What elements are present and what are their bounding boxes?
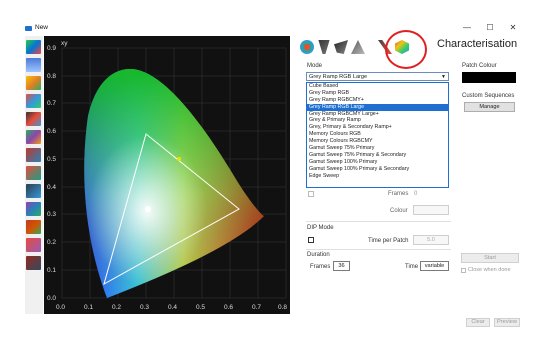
yellow-marker bbox=[177, 157, 181, 161]
cie-xy-svg: xy 0.9 0.8 0.7 0.6 0.5 0.4 0.3 0.2 0.1 0… bbox=[47, 40, 287, 311]
duration-time-label: Time bbox=[405, 264, 419, 270]
rgb-balance-icon[interactable] bbox=[26, 166, 41, 180]
patch-colour-label: Patch Colour bbox=[462, 63, 497, 69]
probe-icon[interactable] bbox=[300, 40, 314, 54]
mode-option[interactable]: Gamut Sweep 100% Primary bbox=[307, 159, 448, 166]
gamma-curve-icon[interactable] bbox=[26, 112, 41, 126]
spectral-icon[interactable] bbox=[26, 220, 41, 234]
y-tick: 0.2 bbox=[47, 239, 56, 246]
mode-option[interactable]: Gamut Sweep 75% Primary & Secondary bbox=[307, 152, 448, 159]
white-point-marker bbox=[145, 206, 151, 212]
patch-colour-swatch[interactable] bbox=[462, 72, 516, 83]
delta-e-icon[interactable] bbox=[26, 148, 41, 162]
x-tick: 0.1 bbox=[84, 304, 93, 311]
cie-chart-tool-icon[interactable] bbox=[26, 40, 41, 54]
green-marker bbox=[145, 133, 149, 137]
duration-label: Duration bbox=[307, 252, 330, 258]
divider bbox=[306, 221, 451, 222]
triangle-tool-icon[interactable] bbox=[26, 58, 41, 72]
maximize-button[interactable]: ☐ bbox=[484, 23, 496, 32]
x-tick: 0.7 bbox=[252, 304, 261, 311]
highlight-circle bbox=[385, 30, 427, 69]
window-title: New bbox=[35, 24, 49, 31]
preview-button[interactable]: Preview bbox=[494, 318, 520, 327]
close-when-done-checkbox[interactable] bbox=[461, 268, 466, 273]
wrench-icon[interactable] bbox=[318, 40, 330, 54]
y-tick: 0.4 bbox=[47, 184, 56, 191]
mode-dropdown-list[interactable]: Cube Based Grey Ramp RGB Grey Ramp RGBCM… bbox=[306, 82, 449, 188]
time-per-patch-input[interactable]: 5.0 bbox=[413, 235, 449, 245]
divider bbox=[306, 249, 451, 250]
mode-option[interactable]: Cube Based bbox=[307, 83, 448, 90]
frames-count-label: Frames bbox=[388, 191, 409, 197]
mode-label: Mode bbox=[307, 63, 323, 69]
x-tick: 0.2 bbox=[112, 304, 121, 311]
y-tick: 0.6 bbox=[47, 128, 56, 135]
rgb-curve-icon[interactable] bbox=[26, 94, 41, 108]
mode-option[interactable]: Grey Ramp RGBCMY Large+ bbox=[307, 111, 448, 118]
mode-option[interactable]: Grey Ramp RGB bbox=[307, 90, 448, 97]
frames-count-value: 0 bbox=[414, 191, 418, 197]
x-tick: 0.8 bbox=[278, 304, 287, 311]
duration-time-input[interactable]: variable bbox=[420, 261, 449, 271]
dip-mode-label: DIP Mode bbox=[307, 225, 334, 231]
bars-graph-icon[interactable] bbox=[26, 238, 41, 252]
mode-select[interactable]: Grey Ramp RGB Large ▼ bbox=[306, 72, 449, 81]
chevron-down-icon: ▼ bbox=[441, 74, 446, 80]
mode-option[interactable]: Grey, Primary & Secondary Ramp+ bbox=[307, 124, 448, 131]
colour-input[interactable] bbox=[413, 205, 449, 215]
line-graph-icon[interactable] bbox=[26, 184, 41, 198]
mode-option[interactable]: Grey Ramp RGBCMY+ bbox=[307, 97, 448, 104]
x-tick: 0.0 bbox=[56, 304, 65, 311]
clear-button[interactable]: Clear bbox=[466, 318, 490, 327]
manage-button[interactable]: Manage bbox=[464, 102, 515, 112]
close-when-done-label: Close when done bbox=[468, 267, 511, 273]
y-axis-label: xy bbox=[61, 40, 68, 47]
mode-option[interactable]: Gamut Sweep 100% Primary & Secondary bbox=[307, 166, 448, 173]
y-tick: 0.5 bbox=[47, 156, 56, 163]
x-tick: 0.3 bbox=[140, 304, 149, 311]
luminance-curve-icon[interactable] bbox=[26, 130, 41, 144]
duration-frames-label: Frames bbox=[310, 264, 331, 270]
mode-option[interactable]: Memory Colours RGB bbox=[307, 131, 448, 138]
y-tick: 0.9 bbox=[47, 45, 56, 52]
time-per-patch-label: Time per Patch bbox=[368, 238, 409, 244]
y-tick: 0.3 bbox=[47, 211, 56, 218]
duration-frames-input[interactable]: 36 bbox=[333, 261, 350, 271]
y-tick: 0.7 bbox=[47, 100, 56, 107]
x-tick: 0.4 bbox=[168, 304, 177, 311]
title-bar bbox=[0, 22, 537, 34]
minimize-button[interactable]: — bbox=[461, 23, 473, 32]
app-icon bbox=[25, 26, 32, 31]
mode-option[interactable]: Grey & Primary Ramp bbox=[307, 117, 448, 124]
y-tick: 0.8 bbox=[47, 73, 56, 80]
mode-selected-value: Grey Ramp RGB Large bbox=[309, 74, 368, 80]
histogram-icon[interactable] bbox=[26, 256, 41, 270]
y-tick: 0.0 bbox=[47, 295, 56, 302]
mode-option[interactable]: Edge Sweep bbox=[307, 173, 448, 180]
option-checkbox[interactable] bbox=[308, 191, 314, 197]
pattern-icon[interactable] bbox=[351, 40, 365, 54]
custom-sequences-label: Custom Sequences bbox=[462, 93, 515, 99]
start-button[interactable]: Start bbox=[461, 253, 519, 263]
mode-option[interactable]: Gamut Sweep 75% Primary bbox=[307, 145, 448, 152]
waveform-icon[interactable] bbox=[26, 202, 41, 216]
spectral-locus-white bbox=[84, 68, 264, 299]
gamut-tool-icon[interactable] bbox=[26, 76, 41, 90]
y-tick: 0.1 bbox=[47, 267, 56, 274]
page-heading: Characterisation bbox=[437, 38, 518, 50]
x-tick: 0.5 bbox=[196, 304, 205, 311]
colour-label: Colour bbox=[390, 208, 408, 214]
measure-icon[interactable] bbox=[334, 40, 348, 54]
mode-option[interactable]: Memory Colours RGBCMY bbox=[307, 138, 448, 145]
mode-option-selected[interactable]: Grey Ramp RGB Large bbox=[307, 103, 448, 111]
close-button[interactable]: ✕ bbox=[507, 23, 519, 32]
x-tick: 0.6 bbox=[224, 304, 233, 311]
cie-xy-chart: xy 0.9 0.8 0.7 0.6 0.5 0.4 0.3 0.2 0.1 0… bbox=[44, 36, 290, 314]
dip-mode-checkbox[interactable] bbox=[308, 237, 314, 243]
left-toolbar bbox=[25, 36, 43, 314]
